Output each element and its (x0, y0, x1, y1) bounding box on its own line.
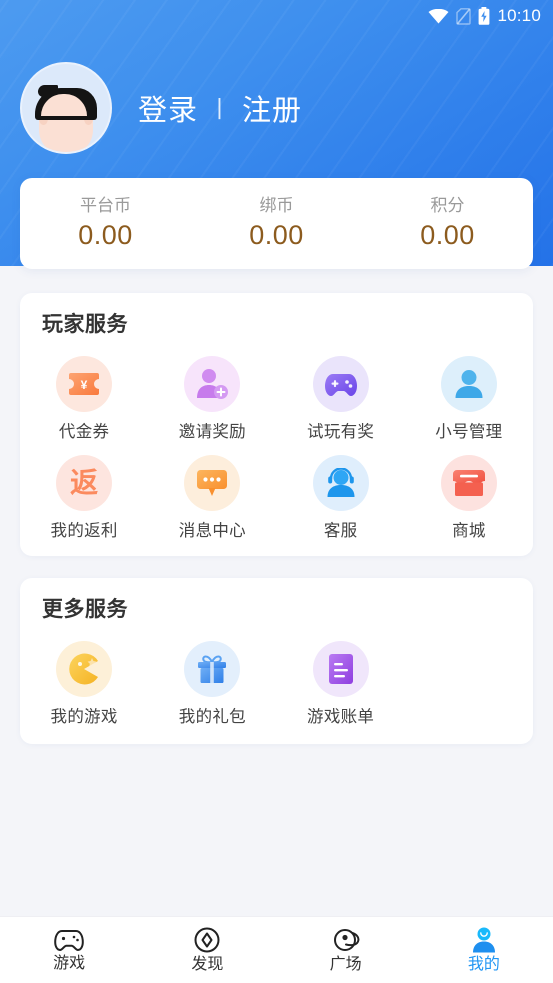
status-bar-time: 10:10 (497, 6, 541, 25)
balance-item-platform-coin[interactable]: 平台币 0.00 (20, 195, 191, 250)
balance-value: 0.00 (420, 219, 475, 250)
balance-item-bound-coin[interactable]: 绑币 0.00 (191, 195, 362, 250)
planet-outline-icon (333, 928, 360, 951)
compass-outline-icon (194, 927, 220, 953)
service-item-voucher[interactable]: ¥ 代金券 (20, 342, 148, 441)
service-item-game-bills[interactable]: 游戏账单 (277, 627, 405, 726)
service-label: 消息中心 (178, 522, 246, 541)
person-filled-icon (472, 927, 495, 953)
service-item-customer-service[interactable]: 客服 (277, 441, 405, 540)
message-icon (184, 455, 241, 512)
balance-value: 0.00 (78, 219, 133, 250)
gift-icon (184, 641, 241, 698)
service-item-trial-reward[interactable]: 试玩有奖 (277, 342, 405, 441)
nav-item-mine[interactable]: 我的 (415, 917, 553, 983)
person-icon (440, 356, 497, 413)
avatar[interactable] (20, 62, 112, 154)
service-item-subaccount[interactable]: 小号管理 (405, 342, 533, 441)
gamepad-outline-icon (54, 929, 84, 951)
balance-value: 0.00 (249, 219, 304, 250)
register-label[interactable]: 注册 (242, 95, 302, 127)
service-item-my-gift-packs[interactable]: 我的礼包 (148, 627, 276, 726)
more-services-card: 更多服务 我的游戏 我的礼包 游戏账单 (20, 578, 533, 744)
service-label: 小号管理 (435, 423, 503, 442)
document-icon (312, 641, 369, 698)
service-item-rebate[interactable]: 返 我的返利 (20, 441, 148, 540)
service-item-shop[interactable]: 商城 (405, 441, 533, 540)
player-services-card: 玩家服务 ¥ 代金券 邀请奖励 试玩有奖 小号管理 返 我的返利 消息中心 客服… (20, 293, 533, 556)
headset-icon (312, 455, 369, 512)
player-services-grid: ¥ 代金券 邀请奖励 试玩有奖 小号管理 返 我的返利 消息中心 客服 商城 (20, 336, 533, 540)
nav-item-games[interactable]: 游戏 (0, 917, 138, 983)
balance-label: 绑币 (259, 195, 294, 215)
login-separator: 丨 (208, 96, 233, 122)
service-label: 我的返利 (50, 522, 118, 541)
player-services-title: 玩家服务 (42, 313, 128, 336)
more-services-grid: 我的游戏 我的礼包 游戏账单 (20, 621, 533, 726)
service-label: 商城 (452, 522, 486, 541)
service-label: 我的礼包 (178, 708, 246, 727)
service-item-invite-reward[interactable]: 邀请奖励 (148, 342, 276, 441)
service-item-my-games[interactable]: 我的游戏 (20, 627, 148, 726)
sim-off-icon (456, 7, 472, 25)
balance-card: 平台币 0.00 绑币 0.00 积分 0.00 (20, 178, 533, 269)
nav-label: 发现 (191, 955, 224, 973)
rebate-icon: 返 (56, 455, 113, 512)
login-label[interactable]: 登录 (138, 95, 198, 127)
more-services-title: 更多服务 (42, 598, 128, 621)
avatar-hair (35, 85, 97, 120)
balance-label: 积分 (430, 195, 465, 215)
shop-icon (440, 455, 497, 512)
balance-item-points[interactable]: 积分 0.00 (362, 195, 533, 250)
service-label: 游戏账单 (307, 708, 375, 727)
invite-user-icon (184, 356, 241, 413)
login-register-link[interactable]: 登录丨注册 (138, 87, 302, 129)
nav-item-plaza[interactable]: 广场 (277, 917, 415, 983)
service-label: 代金券 (58, 423, 110, 442)
service-item-empty-slot (405, 627, 533, 726)
balance-label: 平台币 (80, 195, 131, 215)
nav-item-discover[interactable]: 发现 (138, 917, 276, 983)
nav-label: 游戏 (53, 954, 86, 972)
service-label: 邀请奖励 (178, 423, 246, 442)
battery-charging-icon (479, 7, 490, 25)
svg-text:¥: ¥ (81, 378, 88, 392)
service-label: 试玩有奖 (307, 423, 375, 442)
gamepad-icon (312, 356, 369, 413)
service-item-message-center[interactable]: 消息中心 (148, 441, 276, 540)
wifi-icon (428, 8, 449, 23)
service-label: 我的游戏 (50, 708, 118, 727)
profile-row[interactable]: 登录丨注册 (20, 62, 302, 154)
nav-label: 广场 (329, 955, 362, 973)
status-bar: 10:10 (0, 0, 553, 32)
app-screen: 10:10 登录丨注册 平台币 0.00 绑币 0.00 积分 0.00 玩家服… (0, 0, 553, 983)
service-label: 客服 (323, 522, 358, 541)
voucher-icon: ¥ (56, 356, 113, 413)
bottom-navigation: 游戏 发现 广场 我的 (0, 916, 553, 983)
nav-label: 我的 (467, 955, 500, 973)
pacman-icon (56, 641, 113, 698)
